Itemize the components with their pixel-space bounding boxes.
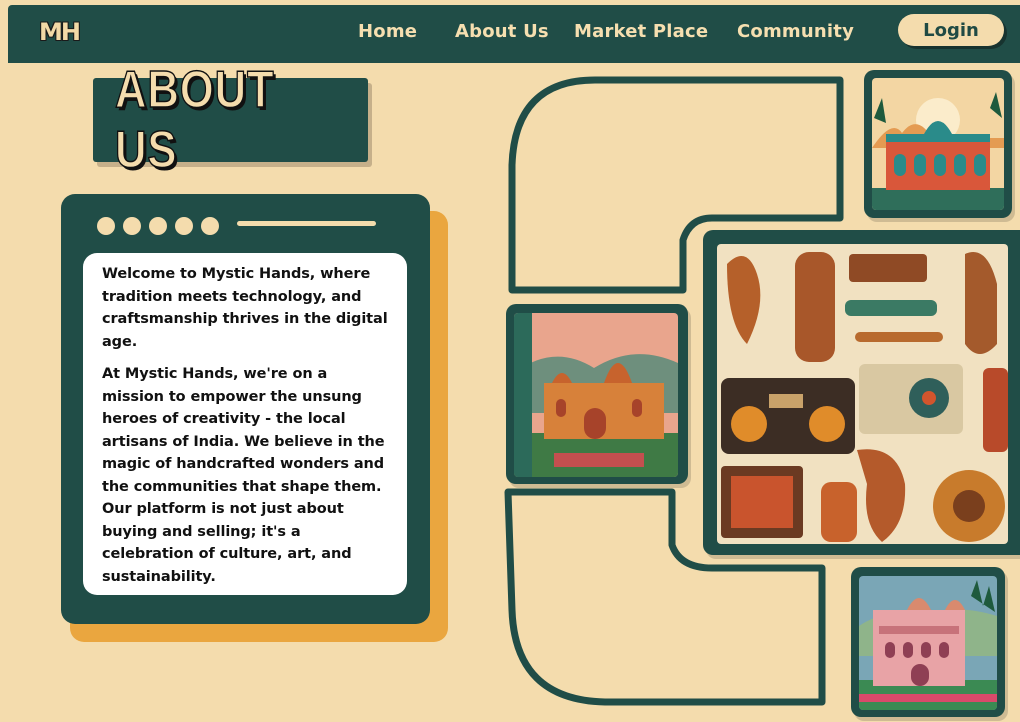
palace-illustration [872,78,1004,210]
artifacts-illustration [717,244,1008,544]
pink-palace-image-frame [851,567,1005,717]
pink-palace-illustration [859,576,997,710]
temple-illustration [514,313,678,477]
palace-image-frame [864,70,1012,218]
artifacts-image-frame [703,230,1020,555]
temple-image-frame [506,304,688,484]
